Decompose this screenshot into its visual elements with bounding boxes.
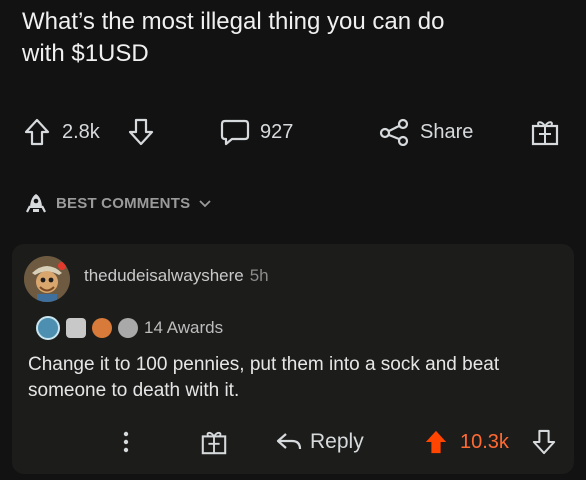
sort-label: BEST COMMENTS <box>56 194 191 212</box>
avatar[interactable] <box>24 256 70 302</box>
comment-bubble-icon <box>220 118 250 146</box>
comment-score: 10.3k <box>460 430 509 453</box>
post-action-bar: 2.8k 927 Share <box>0 110 586 154</box>
awards-count: 14 Awards <box>144 318 224 337</box>
award-icon <box>36 316 60 340</box>
arrow-up-icon <box>424 429 448 455</box>
comment-upvote-button[interactable] <box>424 422 448 462</box>
comment-card: thedudeisalwayshere 5h 14 Awards Change i… <box>12 244 574 474</box>
gift-icon <box>530 117 560 147</box>
award-button[interactable] <box>530 110 560 154</box>
downvote-button[interactable] <box>128 110 154 154</box>
upvote-button[interactable] <box>24 110 50 154</box>
reply-button[interactable]: Reply <box>276 422 364 462</box>
reply-arrow-icon <box>276 431 302 453</box>
chevron-down-icon <box>198 198 212 208</box>
comment-age: 5h <box>249 266 269 285</box>
upvote-count: 2.8k <box>62 120 100 143</box>
comment-action-bar: Reply 10.3k <box>12 422 574 462</box>
comment-body: Change it to 100 pennies, put them into … <box>28 354 500 401</box>
arrow-down-icon <box>128 118 154 146</box>
arrow-down-icon <box>532 429 556 455</box>
username[interactable]: thedudeisalwayshere <box>84 266 244 285</box>
comments-button[interactable]: 927 <box>220 110 293 154</box>
comment-downvote-button[interactable] <box>532 422 556 462</box>
share-label: Share <box>420 120 474 143</box>
reply-label: Reply <box>310 430 364 453</box>
more-options-button[interactable] <box>118 422 134 462</box>
rocket-icon <box>24 192 48 214</box>
share-button[interactable]: Share <box>378 110 473 154</box>
award-icon <box>66 318 86 338</box>
awards-row[interactable]: 14 Awards <box>36 314 223 342</box>
post-title: What’s the most illegal thing you can do… <box>22 8 445 67</box>
gift-icon <box>200 428 228 456</box>
award-icon <box>118 318 138 338</box>
award-icon <box>92 318 112 338</box>
comment-award-button[interactable] <box>200 422 228 462</box>
sort-comments-button[interactable]: BEST COMMENTS <box>24 188 212 218</box>
arrow-up-icon <box>24 118 50 146</box>
comment-count: 927 <box>260 120 294 143</box>
more-vertical-icon <box>118 429 134 455</box>
comment-author[interactable]: thedudeisalwayshere 5h <box>84 266 269 286</box>
share-icon <box>378 118 410 146</box>
